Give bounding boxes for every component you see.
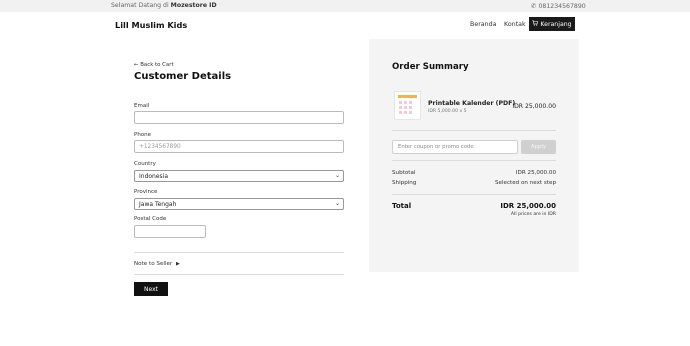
note-to-seller-label: Note to Seller [134, 261, 173, 267]
contact-phone[interactable]: ✆ 081234567890 [531, 2, 586, 10]
nav-link-beranda[interactable]: Beranda [470, 21, 497, 28]
order-summary-title: Order Summary [392, 62, 469, 72]
top-bar: Selamat Datang di Mozestore ID ✆ 08123456… [0, 0, 690, 12]
phone-field[interactable]: +1234567890 [134, 140, 344, 153]
divider [134, 274, 344, 275]
shipping-label: Shipping [392, 180, 417, 186]
total-value: IDR 25,000.00 [500, 202, 556, 210]
divider [392, 160, 556, 161]
page-title: Customer Details [134, 71, 232, 82]
product-name: Printable Kalender (PDF) [428, 100, 516, 107]
cart-button[interactable]: Keranjang [529, 17, 575, 31]
email-field[interactable] [134, 111, 344, 124]
subtotal-value: IDR 25,000.00 [515, 170, 556, 176]
country-select[interactable]: Indonesia ⌄ [134, 170, 344, 182]
coupon-input[interactable]: Enter coupon or promo code [392, 140, 518, 154]
chevron-down-icon: ⌄ [334, 200, 340, 207]
product-qty-price: IDR 5,000.00 x 5 [428, 109, 467, 114]
divider [392, 130, 556, 131]
note-to-seller-toggle[interactable]: Note to Seller ▶ [134, 261, 180, 267]
cart-icon [532, 20, 539, 28]
cart-label: Keranjang [540, 20, 572, 28]
postal-code-label: Postal Code [134, 216, 167, 222]
store-name: Mozestore ID [170, 2, 217, 9]
order-summary-panel: Order Summary Printable Kalender (PDF) I… [369, 39, 579, 272]
phone-label: Phone [134, 132, 152, 138]
divider [392, 194, 556, 195]
chevron-down-icon: ⌄ [334, 172, 340, 179]
province-label: Province [134, 189, 158, 195]
apply-coupon-button[interactable]: Apply [521, 140, 556, 154]
country-value: Indonesia [139, 173, 169, 180]
email-label: Email [134, 103, 150, 109]
brand-logo-text[interactable]: Lill Muslim Kids [115, 20, 187, 30]
caret-right-icon: ▶ [176, 261, 180, 267]
country-label: Country [134, 161, 156, 167]
total-label: Total [392, 202, 412, 210]
next-button[interactable]: Next [134, 282, 168, 296]
main-nav: Lill Muslim Kids Beranda Kontak Keranjan… [0, 12, 690, 38]
product-thumbnail [394, 91, 421, 120]
province-select[interactable]: Jawa Tengah ⌄ [134, 198, 344, 210]
welcome-prefix: Selamat Datang di [111, 2, 169, 9]
product-line-total: IDR 25,000.00 [512, 103, 556, 110]
nav-link-kontak[interactable]: Kontak [504, 21, 526, 28]
currency-note: All prices are in IDR [510, 212, 556, 217]
postal-code-field[interactable] [134, 225, 206, 238]
shipping-value: Selected on next step [494, 180, 556, 186]
subtotal-label: Subtotal [392, 170, 416, 176]
divider [134, 252, 344, 253]
phone-icon: ✆ [531, 2, 537, 10]
phone-number: 081234567890 [538, 3, 586, 10]
welcome-text: Selamat Datang di Mozestore ID [111, 2, 217, 9]
back-to-cart-link[interactable]: ← Back to Cart [134, 62, 174, 68]
province-value: Jawa Tengah [139, 201, 177, 208]
